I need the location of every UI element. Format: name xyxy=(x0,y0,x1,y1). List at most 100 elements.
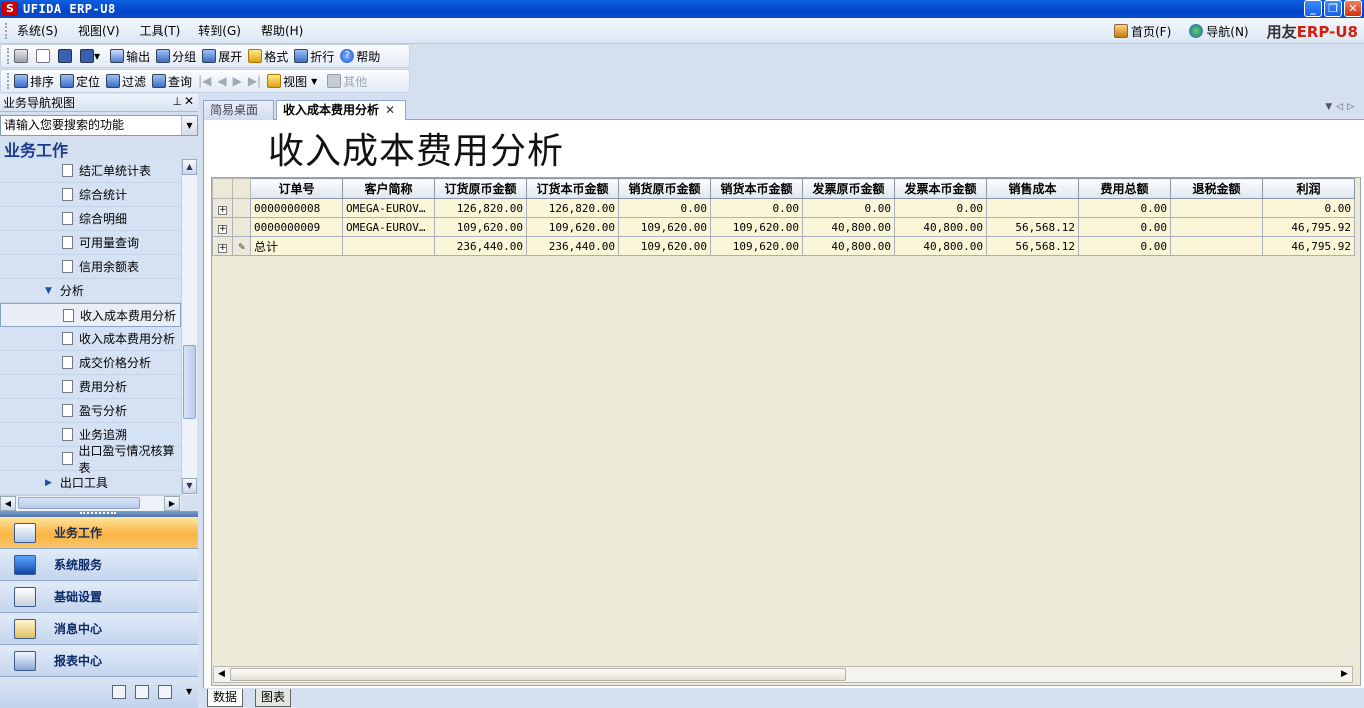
window-titlebar: S UFIDA ERP-U8 _ ❐ ✕ xyxy=(0,0,1364,18)
scroll-thumb[interactable] xyxy=(183,345,196,419)
scroll-thumb[interactable] xyxy=(18,497,140,509)
group-system-service[interactable]: 系统服务 xyxy=(0,549,198,581)
output-button[interactable]: 输出 xyxy=(110,48,150,65)
scroll-left-icon[interactable]: ◀ xyxy=(214,667,229,682)
close-tab-icon[interactable]: ✕ xyxy=(385,103,395,117)
report-grid-area: 订单号 客户简称 订货原币金额 订货本币金额 销货原币金额 销货本币金额 发票原… xyxy=(211,177,1361,686)
expand-row-icon[interactable]: + xyxy=(218,243,227,253)
group-message-center[interactable]: 消息中心 xyxy=(0,613,198,645)
chevron-down-icon[interactable]: ▼ xyxy=(181,116,197,135)
scroll-right-icon[interactable]: ▶ xyxy=(1337,667,1352,682)
tree-view-icon[interactable] xyxy=(158,685,172,699)
tab-chart[interactable]: 图表 xyxy=(255,689,292,707)
first-record-button[interactable]: |◀ xyxy=(198,74,211,88)
col-header[interactable]: 费用总额 xyxy=(1078,178,1171,199)
group-basic-settings[interactable]: 基础设置 xyxy=(0,581,198,613)
tree-item[interactable]: 收入成本费用分析 xyxy=(0,327,181,351)
tree-folder-export-tools[interactable]: ▶ 出口工具 xyxy=(0,471,181,495)
col-header[interactable]: 订货原币金额 xyxy=(434,178,527,199)
toolbar-primary: ▼ 输出 分组 展开 格式 折行 ? 帮助 xyxy=(0,44,410,68)
scroll-thumb[interactable] xyxy=(230,668,846,681)
col-header[interactable]: 销售成本 xyxy=(986,178,1079,199)
navigation-button[interactable]: 导航(N) xyxy=(1189,23,1249,40)
menu-goto[interactable]: 转到(G) xyxy=(198,22,241,39)
shortcut-icon[interactable] xyxy=(112,685,126,699)
table-total-row[interactable]: + ✎ 总计 236,440.00 236,440.00 109,620.00 … xyxy=(212,236,1355,256)
nav-vertical-scrollbar[interactable]: ▲ ▼ xyxy=(181,159,197,495)
menu-tools[interactable]: 工具(T) xyxy=(140,22,181,39)
tab-simple-desktop[interactable]: 简易桌面 xyxy=(203,100,274,120)
grid-horizontal-scrollbar[interactable]: ◀ ▶ xyxy=(213,666,1353,683)
tree-item[interactable]: 出口盈亏情况核算表 xyxy=(0,444,181,475)
save-as-button[interactable]: ▼ xyxy=(80,49,104,63)
tab-navigation[interactable]: ▼◁▷ xyxy=(1325,102,1358,112)
close-icon[interactable]: ✕ xyxy=(184,94,194,108)
col-header[interactable]: 订单号 xyxy=(250,178,343,199)
minimize-button[interactable]: _ xyxy=(1304,0,1322,17)
collapsed-triangle-icon: ▶ xyxy=(45,477,52,488)
tree-item[interactable]: 成交价格分析 xyxy=(0,351,181,375)
nav-horizontal-scrollbar[interactable]: ◀ ▶ xyxy=(0,495,181,511)
chevron-down-icon: ▼ xyxy=(94,51,101,61)
menu-help[interactable]: 帮助(H) xyxy=(261,22,303,39)
other-button[interactable]: 其他 xyxy=(327,73,367,90)
help-button[interactable]: ? 帮助 xyxy=(340,48,380,65)
sort-button[interactable]: 排序 xyxy=(14,73,54,90)
col-header[interactable]: 订货本币金额 xyxy=(526,178,619,199)
tree-item[interactable]: 结汇单统计表 xyxy=(0,159,181,183)
list-view-icon[interactable] xyxy=(135,685,149,699)
scroll-right-icon[interactable]: ▶ xyxy=(164,496,180,511)
next-record-button[interactable]: ▶ xyxy=(233,74,242,88)
col-header[interactable]: 销货本币金额 xyxy=(710,178,803,199)
col-header[interactable]: 客户简称 xyxy=(342,178,435,199)
fold-button[interactable]: 折行 xyxy=(294,48,334,65)
table-row[interactable]: + 0000000008 OMEGA-EUROV… 126,820.00 126… xyxy=(212,198,1355,218)
scroll-down-icon[interactable]: ▼ xyxy=(182,478,197,494)
preview-button[interactable] xyxy=(36,49,52,63)
tab-data[interactable]: 数据 xyxy=(207,689,244,707)
home-button[interactable]: 首页(F) xyxy=(1113,23,1171,40)
expanded-triangle-icon: ▼ xyxy=(45,285,52,296)
expand-row-icon[interactable]: + xyxy=(218,224,227,234)
menu-bar: 系统(S) 视图(V) 工具(T) 转到(G) 帮助(H) 首页(F) 导航(N… xyxy=(0,18,1364,44)
tab-income-cost-analysis[interactable]: 收入成本费用分析 ✕ xyxy=(276,100,406,121)
tree-item[interactable]: 综合统计 xyxy=(0,183,181,207)
tree-item[interactable]: 综合明细 xyxy=(0,207,181,231)
group-button[interactable]: 分组 xyxy=(156,48,196,65)
tree-item[interactable]: 可用量查询 xyxy=(0,231,181,255)
prev-record-button[interactable]: ◀ xyxy=(217,74,226,88)
query-button[interactable]: 查询 xyxy=(152,73,192,90)
expand-button[interactable]: 展开 xyxy=(202,48,242,65)
view-button[interactable]: 视图 ▼ xyxy=(267,73,321,90)
last-record-button[interactable]: ▶| xyxy=(248,74,261,88)
print-button[interactable] xyxy=(14,49,30,63)
scroll-up-icon[interactable]: ▲ xyxy=(182,159,197,175)
group-business-work[interactable]: 业务工作 xyxy=(0,517,198,549)
format-button[interactable]: 格式 xyxy=(248,48,288,65)
tree-folder-analysis[interactable]: ▼ 分析 xyxy=(0,279,181,303)
menu-view[interactable]: 视图(V) xyxy=(78,22,120,39)
expand-row-icon[interactable]: + xyxy=(218,205,227,215)
restore-button[interactable]: ❐ xyxy=(1324,0,1342,17)
filter-button[interactable]: 过滤 xyxy=(106,73,146,90)
menu-system[interactable]: 系统(S) xyxy=(17,22,58,39)
pin-icon[interactable]: ⊥ xyxy=(172,95,182,108)
nav-tree: 结汇单统计表 综合统计 综合明细 可用量查询 信用余额表 ▼ 分析 收入成本费用分… xyxy=(0,159,181,495)
scroll-left-icon[interactable]: ◀ xyxy=(0,496,16,511)
col-header[interactable]: 销货原币金额 xyxy=(618,178,711,199)
col-header[interactable]: 发票原币金额 xyxy=(802,178,895,199)
save-button[interactable] xyxy=(58,49,74,63)
col-header[interactable]: 退税金额 xyxy=(1170,178,1263,199)
tree-item[interactable]: 费用分析 xyxy=(0,375,181,399)
chevron-down-icon[interactable]: ▼ xyxy=(186,687,192,696)
locate-button[interactable]: 定位 xyxy=(60,73,100,90)
table-row[interactable]: + 0000000009 OMEGA-EUROV… 109,620.00 109… xyxy=(212,217,1355,237)
col-header[interactable]: 发票本币金额 xyxy=(894,178,987,199)
col-header[interactable]: 利润 xyxy=(1262,178,1355,199)
group-report-center[interactable]: 报表中心 xyxy=(0,645,198,677)
close-button[interactable]: ✕ xyxy=(1344,0,1362,17)
tree-item[interactable]: 信用余额表 xyxy=(0,255,181,279)
tree-item-selected[interactable]: 收入成本费用分析 xyxy=(0,303,181,327)
tree-item[interactable]: 盈亏分析 xyxy=(0,399,181,423)
nav-search-input[interactable]: 请输入您要搜索的功能 ▼ xyxy=(0,115,198,136)
